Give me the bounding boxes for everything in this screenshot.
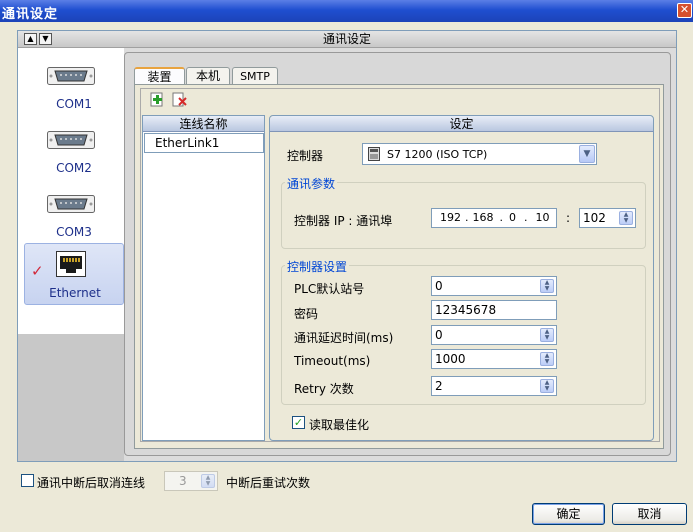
section-header: 通讯设定 bbox=[18, 31, 676, 48]
field-value: 1000 bbox=[435, 352, 466, 366]
device-list: 连线名称 bbox=[142, 115, 265, 441]
read-optimize-checkbox[interactable]: ✓ bbox=[292, 416, 305, 429]
scroll-down-icon[interactable]: ▼ bbox=[39, 33, 52, 45]
field-label: PLC默认站号 bbox=[294, 282, 365, 296]
serial-port-icon bbox=[47, 195, 95, 213]
read-optimize-label: 读取最佳化 bbox=[309, 418, 370, 432]
nav-empty-area bbox=[18, 334, 124, 461]
field-label: 通讯延迟时间(ms) bbox=[294, 331, 394, 345]
ip-octet: 0 bbox=[509, 211, 516, 224]
plc-icon bbox=[368, 147, 380, 161]
port-input[interactable]: 102 ▲ ▼ bbox=[579, 208, 636, 228]
field-value: 2 bbox=[435, 379, 443, 393]
delay-input[interactable]: 0 ▲ ▼ bbox=[431, 325, 557, 345]
spinner-icon[interactable]: ▲ ▼ bbox=[619, 211, 633, 225]
serial-port-icon bbox=[47, 67, 95, 85]
tab-local[interactable]: 本机 bbox=[186, 67, 230, 85]
field-value: 12345678 bbox=[435, 303, 497, 317]
spinner-icon[interactable]: ▲ ▼ bbox=[540, 352, 554, 366]
title-bar: 通讯设定 bbox=[0, 0, 693, 22]
retry-count-input[interactable]: 3 ▲ ▼ bbox=[164, 471, 218, 491]
field-label: 密码 bbox=[294, 307, 319, 321]
ip-address-input[interactable]: 192. 168. 0. 10 bbox=[431, 208, 557, 228]
cancel-connection-checkbox[interactable] bbox=[21, 474, 34, 487]
ip-octet: 192 bbox=[440, 211, 461, 224]
ip-octet: 168 bbox=[472, 211, 494, 224]
settings-header: 设定 bbox=[270, 116, 653, 132]
nav-item-com3[interactable]: COM3 bbox=[24, 183, 124, 245]
port-separator: : bbox=[566, 211, 571, 225]
controller-value: S7 1200 (ISO TCP) bbox=[387, 148, 488, 161]
timeout-input[interactable]: 1000 ▲ ▼ bbox=[431, 349, 557, 369]
window-title: 通讯设定 bbox=[2, 7, 59, 22]
nav-item-label: COM3 bbox=[56, 225, 92, 239]
serial-port-icon bbox=[47, 131, 95, 149]
nav-item-com2[interactable]: COM2 bbox=[24, 119, 124, 181]
ok-button[interactable]: 确定 bbox=[532, 503, 605, 525]
controller-select[interactable]: S7 1200 (ISO TCP) ▼ bbox=[362, 143, 597, 165]
field-value: 0 bbox=[435, 328, 443, 342]
close-icon[interactable]: ✕ bbox=[677, 3, 692, 18]
field-label: Timeout(ms) bbox=[294, 354, 371, 368]
scroll-up-icon[interactable]: ▲ bbox=[24, 33, 37, 45]
list-header: 连线名称 bbox=[143, 116, 264, 132]
spinner-icon[interactable]: ▲ ▼ bbox=[540, 328, 554, 342]
controller-label: 控制器 bbox=[287, 149, 324, 163]
tab-smtp[interactable]: SMTP bbox=[232, 67, 278, 85]
station-number-input[interactable]: 0 ▲ ▼ bbox=[431, 276, 557, 296]
nav-item-label: Ethernet bbox=[49, 286, 101, 300]
cancel-connection-label: 通讯中断后取消连线 bbox=[37, 476, 146, 490]
cancel-button[interactable]: 取消 bbox=[612, 503, 687, 525]
ip-port-label: 控制器 IP : 通讯埠 bbox=[294, 214, 393, 228]
chevron-down-icon[interactable]: ▼ bbox=[579, 145, 595, 163]
nav-item-label: COM2 bbox=[56, 161, 92, 175]
port-value: 102 bbox=[583, 211, 606, 225]
spinner-icon[interactable]: ▲ ▼ bbox=[540, 379, 554, 393]
delete-device-icon[interactable] bbox=[172, 92, 188, 107]
nav-item-ethernet[interactable]: ✓ Ethernet bbox=[24, 243, 124, 305]
ip-octet: 10 bbox=[535, 211, 550, 224]
nav-item-com1[interactable]: COM1 bbox=[24, 55, 124, 117]
comm-params-title: 通讯参数 bbox=[285, 175, 338, 192]
spinner-icon[interactable]: ▲ ▼ bbox=[540, 279, 554, 293]
spinner-icon[interactable]: ▲ ▼ bbox=[201, 474, 215, 488]
password-input[interactable]: 12345678 bbox=[431, 300, 557, 320]
controller-settings-title: 控制器设置 bbox=[285, 258, 350, 275]
retry-count-label: 中断后重试次数 bbox=[226, 476, 311, 490]
retry-count-value: 3 bbox=[179, 474, 187, 488]
retry-input[interactable]: 2 ▲ ▼ bbox=[431, 376, 557, 396]
add-device-icon[interactable] bbox=[150, 92, 165, 107]
field-label: Retry 次数 bbox=[294, 382, 354, 396]
checkmark-icon: ✓ bbox=[31, 262, 44, 280]
list-item[interactable]: EtherLink1 bbox=[144, 133, 264, 153]
nav-item-label: COM1 bbox=[56, 97, 92, 111]
field-value: 0 bbox=[435, 279, 443, 293]
ethernet-port-icon bbox=[56, 251, 86, 277]
